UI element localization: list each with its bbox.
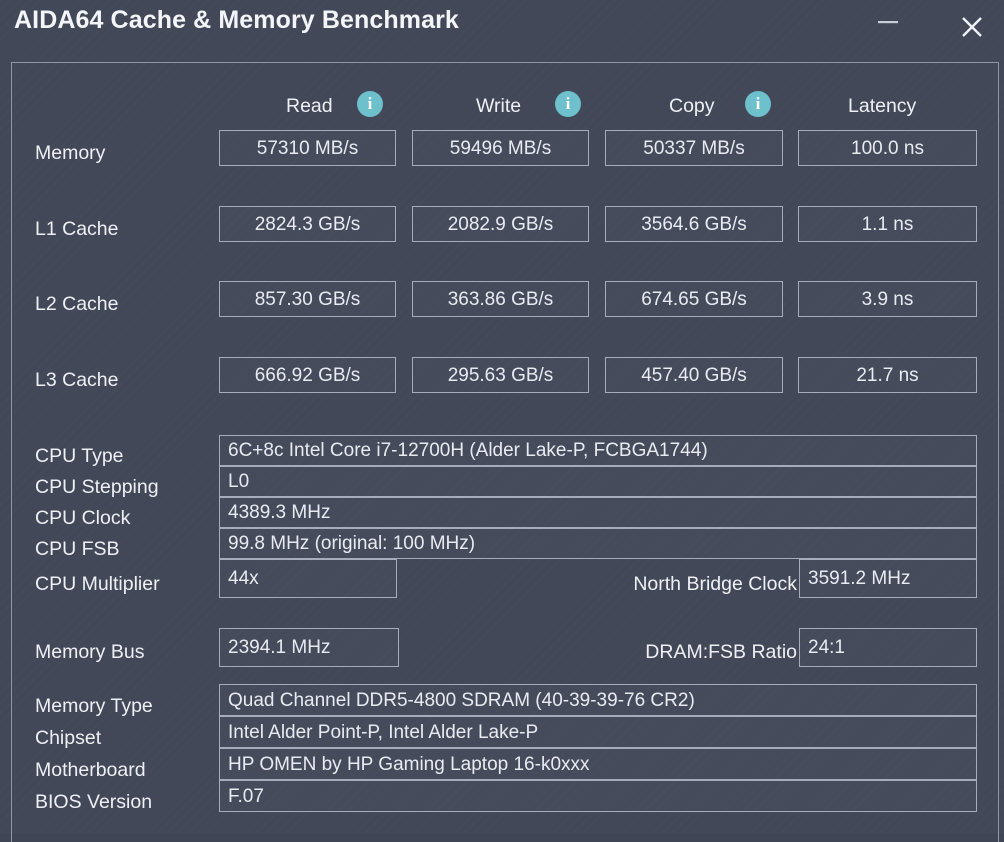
value-cpu-stepping: L0 xyxy=(219,466,977,497)
title-bar: AIDA64 Cache & Memory Benchmark xyxy=(0,0,1004,47)
label-cpu-fsb: CPU FSB xyxy=(35,538,120,560)
l3-copy-value: 457.40 GB/s xyxy=(605,357,783,393)
row-label-memory: Memory xyxy=(35,142,106,164)
label-cpu-clock: CPU Clock xyxy=(35,507,131,529)
l1-write-value: 2082.9 GB/s xyxy=(412,206,589,242)
close-icon xyxy=(962,17,982,37)
l2-latency-value: 3.9 ns xyxy=(798,281,977,317)
l2-read-value: 857.30 GB/s xyxy=(219,281,396,317)
l3-read-value: 666.92 GB/s xyxy=(219,357,396,393)
value-chipset: Intel Alder Point-P, Intel Alder Lake-P xyxy=(219,716,977,748)
minimize-button[interactable] xyxy=(866,4,910,40)
l2-write-value: 363.86 GB/s xyxy=(412,281,589,317)
minimize-icon xyxy=(878,21,898,24)
memory-latency-value: 100.0 ns xyxy=(798,130,977,166)
read-info-icon[interactable]: i xyxy=(357,91,383,117)
label-memory-bus: Memory Bus xyxy=(35,641,145,663)
l3-latency-value: 21.7 ns xyxy=(798,357,977,393)
window-title: AIDA64 Cache & Memory Benchmark xyxy=(14,6,459,34)
row-label-l1-cache: L1 Cache xyxy=(35,218,119,240)
l1-copy-value: 3564.6 GB/s xyxy=(605,206,783,242)
value-cpu-multiplier: 44x xyxy=(219,559,397,598)
column-header-latency: Latency xyxy=(848,95,917,117)
row-label-l3-cache: L3 Cache xyxy=(35,369,119,391)
value-cpu-fsb: 99.8 MHz (original: 100 MHz) xyxy=(219,528,977,559)
benchmark-panel: Read i Write i Copy i Latency Memory 573… xyxy=(11,62,999,842)
value-bios-version: F.07 xyxy=(219,780,977,812)
value-memory-bus: 2394.1 MHz xyxy=(219,628,399,667)
value-north-bridge-clock: 3591.2 MHz xyxy=(799,559,977,598)
label-chipset: Chipset xyxy=(35,727,102,749)
l1-latency-value: 1.1 ns xyxy=(798,206,977,242)
label-bios-version: BIOS Version xyxy=(35,791,153,813)
l1-read-value: 2824.3 GB/s xyxy=(219,206,396,242)
label-cpu-multiplier: CPU Multiplier xyxy=(35,573,160,595)
value-cpu-type: 6C+8c Intel Core i7-12700H (Alder Lake-P… xyxy=(219,435,977,466)
column-header-write: Write xyxy=(476,95,522,117)
column-header-copy: Copy xyxy=(669,95,715,117)
value-memory-type: Quad Channel DDR5-4800 SDRAM (40-39-39-7… xyxy=(219,684,977,716)
copy-info-icon[interactable]: i xyxy=(745,91,771,117)
value-cpu-clock: 4389.3 MHz xyxy=(219,497,977,528)
write-info-icon[interactable]: i xyxy=(555,91,581,117)
value-motherboard: HP OMEN by HP Gaming Laptop 16-k0xxx xyxy=(219,748,977,780)
label-cpu-stepping: CPU Stepping xyxy=(35,476,159,498)
column-header-read: Read xyxy=(286,95,333,117)
memory-copy-value: 50337 MB/s xyxy=(605,130,783,166)
memory-read-value: 57310 MB/s xyxy=(219,130,396,166)
label-cpu-type: CPU Type xyxy=(35,445,124,467)
close-button[interactable] xyxy=(950,4,994,40)
l3-write-value: 295.63 GB/s xyxy=(412,357,589,393)
l2-copy-value: 674.65 GB/s xyxy=(605,281,783,317)
label-motherboard: Motherboard xyxy=(35,759,146,781)
row-label-l2-cache: L2 Cache xyxy=(35,293,119,315)
label-dram-fsb-ratio: DRAM:FSB Ratio xyxy=(645,641,797,663)
memory-write-value: 59496 MB/s xyxy=(412,130,589,166)
label-north-bridge-clock: North Bridge Clock xyxy=(633,573,797,595)
value-dram-fsb-ratio: 24:1 xyxy=(799,628,977,667)
label-memory-type: Memory Type xyxy=(35,695,153,717)
